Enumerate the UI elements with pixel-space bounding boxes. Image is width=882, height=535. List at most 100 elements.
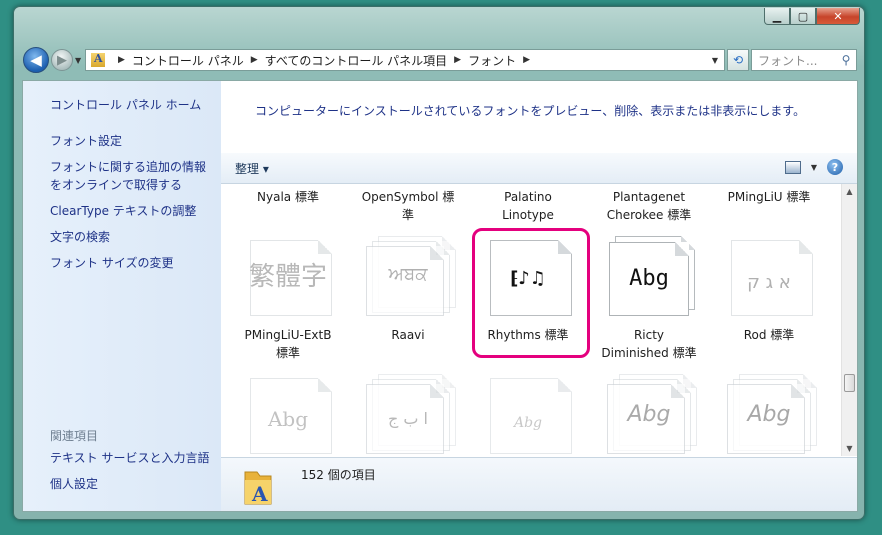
- breadcrumb-separator-icon[interactable]: ▶: [454, 55, 461, 65]
- font-family-icon: Abg: [601, 236, 697, 316]
- font-label: PMingLiU 標準: [727, 190, 811, 204]
- font-label-line2: Cherokee 標準: [606, 208, 692, 222]
- view-icon[interactable]: [784, 160, 801, 174]
- font-item-plantagenet[interactable]: Plantagenet Cherokee 標準: [594, 188, 704, 224]
- font-file-icon: ⁅♪♫: [480, 236, 576, 316]
- font-family-icon: Abg: [721, 374, 817, 454]
- font-file-icon: Abg: [480, 374, 576, 454]
- font-label: OpenSymbol 標: [361, 190, 455, 204]
- arrow-right-icon: ▶: [57, 52, 67, 68]
- breadcrumb-control-panel[interactable]: コントロール パネル: [132, 52, 244, 69]
- font-family-icon: Abg: [601, 374, 697, 454]
- font-item-row3-1[interactable]: Abg: [233, 374, 343, 456]
- minimize-button[interactable]: ▁: [764, 8, 790, 25]
- font-item-row3-4[interactable]: Abg: [594, 374, 704, 456]
- font-item-row3-3[interactable]: Abg: [473, 374, 583, 456]
- maximize-button[interactable]: ▢: [790, 8, 816, 25]
- address-dropdown-icon[interactable]: ▼: [712, 56, 718, 65]
- get-fonts-online-link[interactable]: フォントに関する追加の情報 をオンラインで取得する: [50, 158, 206, 194]
- back-button[interactable]: ◀: [23, 47, 49, 73]
- font-family-icon: ਅਬਕ: [360, 236, 456, 316]
- font-item-rod[interactable]: א ג ק Rod 標準: [714, 236, 824, 364]
- search-box[interactable]: フォント... ⚲: [751, 49, 857, 71]
- window-client: コントロール パネル ホーム フォント設定 フォントに関する追加の情報 をオンラ…: [22, 80, 858, 512]
- refresh-icon: ⟲: [732, 53, 744, 67]
- font-preview-glyph: Abg: [627, 402, 671, 427]
- details-pane: A 152 個の項目: [221, 457, 857, 511]
- related-header: 関連項目: [50, 429, 99, 443]
- get-fonts-online-line1: フォントに関する追加の情報: [50, 160, 207, 174]
- find-character-link[interactable]: 文字の検索: [50, 228, 110, 246]
- description-text: コンピューターにインストールされているフォントをプレビュー、削除、表示または非表…: [255, 104, 806, 118]
- scroll-up-icon[interactable]: ▲: [842, 187, 857, 196]
- address-bar[interactable]: ▶ コントロール パネル ▶ すべてのコントロール パネル項目 ▶ フォント ▶…: [85, 49, 725, 71]
- font-label-line2: Diminished 標準: [601, 346, 697, 360]
- font-file-icon: Abg: [240, 374, 336, 454]
- font-preview-glyph: א ג ק: [747, 272, 791, 293]
- breadcrumb-all-items[interactable]: すべてのコントロール パネル項目: [265, 52, 448, 69]
- search-icon[interactable]: ⚲: [836, 53, 856, 67]
- font-item-ricty[interactable]: Abg Ricty Diminished 標準: [594, 236, 704, 364]
- control-panel-home-link[interactable]: コントロール パネル ホーム: [50, 96, 201, 114]
- font-label-line2: Linotype: [502, 208, 554, 222]
- font-preview-glyph: ا ب ج: [387, 409, 428, 428]
- personalization-link[interactable]: 個人設定: [50, 475, 98, 493]
- font-preview-glyph: ਅਬਕ: [388, 264, 428, 285]
- breadcrumb-separator-icon[interactable]: ▶: [118, 55, 125, 65]
- font-item-palatino[interactable]: Palatino Linotype: [473, 188, 583, 224]
- forward-button[interactable]: ▶: [51, 49, 73, 71]
- arrow-left-icon: ◀: [30, 51, 42, 69]
- font-label-line2: 標準: [275, 346, 300, 360]
- scroll-down-icon[interactable]: ▼: [842, 444, 857, 453]
- font-item-pmingliu[interactable]: PMingLiU 標準: [714, 188, 824, 206]
- toolbar-right: ▼ ?: [784, 159, 843, 175]
- font-preview-glyph: 繁體字: [248, 262, 327, 292]
- breadcrumb-fonts[interactable]: フォント: [468, 52, 516, 69]
- font-item-rhythms[interactable]: ⁅♪♫ Rhythms 標準: [473, 236, 583, 364]
- view-dropdown-icon[interactable]: ▼: [811, 163, 817, 172]
- font-preview-glyph: Abg: [747, 402, 791, 427]
- change-font-size-link[interactable]: フォント サイズの変更: [50, 254, 173, 272]
- font-label: PMingLiU-ExtB: [244, 328, 332, 342]
- font-settings-link[interactable]: フォント設定: [50, 132, 122, 150]
- organize-button[interactable]: 整理 ▾: [235, 160, 269, 177]
- get-fonts-online-line2: をオンラインで取得する: [50, 178, 183, 192]
- search-input[interactable]: フォント...: [758, 52, 836, 69]
- fonts-folder-icon: [91, 52, 105, 67]
- font-list: Nyala 標準 OpenSymbol 標 準 Palatino Linotyp…: [221, 184, 841, 456]
- item-count: 152 個の項目: [301, 468, 376, 482]
- font-preview-glyph: Abg: [267, 407, 309, 431]
- recent-pages-dropdown[interactable]: ▼: [75, 56, 81, 65]
- font-label: Nyala 標準: [257, 190, 319, 204]
- main-pane: コンピューターにインストールされているフォントをプレビュー、削除、表示または非表…: [221, 81, 857, 511]
- font-label: Raavi: [391, 328, 425, 342]
- font-file-icon: א ג ק: [721, 236, 817, 316]
- close-button[interactable]: ✕: [816, 8, 860, 25]
- explorer-window: ▁ ▢ ✕ ◀ ▶ ▼ ▶ コントロール パネル ▶ すべてのコントロール パネ…: [13, 6, 865, 520]
- description-banner: コンピューターにインストールされているフォントをプレビュー、削除、表示または非表…: [221, 81, 857, 154]
- help-icon[interactable]: ?: [827, 159, 843, 175]
- font-label: Ricty: [633, 328, 665, 342]
- font-item-raavi[interactable]: ਅਬਕ Raavi: [353, 236, 463, 364]
- font-label: Palatino: [504, 190, 552, 204]
- scroll-thumb[interactable]: [844, 374, 855, 392]
- vertical-scrollbar[interactable]: ▲ ▼: [841, 184, 857, 456]
- caption-buttons: ▁ ▢ ✕: [764, 8, 860, 25]
- font-item-pmingliu-extb[interactable]: 繁體字 PMingLiU-ExtB 標準: [233, 236, 343, 364]
- text-services-link[interactable]: テキスト サービスと入力言語: [50, 449, 209, 467]
- font-item-opensymbol[interactable]: OpenSymbol 標 準: [353, 188, 463, 224]
- font-item-nyala[interactable]: Nyala 標準: [233, 188, 343, 206]
- breadcrumb-separator-icon[interactable]: ▶: [523, 55, 530, 65]
- breadcrumb-separator-icon[interactable]: ▶: [251, 55, 258, 65]
- font-item-row3-2[interactable]: ا ب ج: [353, 374, 463, 456]
- font-file-icon: 繁體字: [240, 236, 336, 316]
- fonts-folder-icon: A: [244, 471, 272, 506]
- refresh-button[interactable]: ⟲: [727, 49, 749, 71]
- font-label: Rhythms 標準: [487, 328, 569, 342]
- font-item-row3-5[interactable]: Abg: [714, 374, 824, 456]
- cleartype-link[interactable]: ClearType テキストの調整: [50, 202, 196, 220]
- font-label: Rod 標準: [743, 328, 795, 342]
- font-preview-glyph: ⁅♪♫: [510, 268, 546, 289]
- font-preview-glyph: Abg: [629, 266, 669, 291]
- navigation-bar: ◀ ▶ ▼ ▶ コントロール パネル ▶ すべてのコントロール パネル項目 ▶ …: [21, 47, 857, 73]
